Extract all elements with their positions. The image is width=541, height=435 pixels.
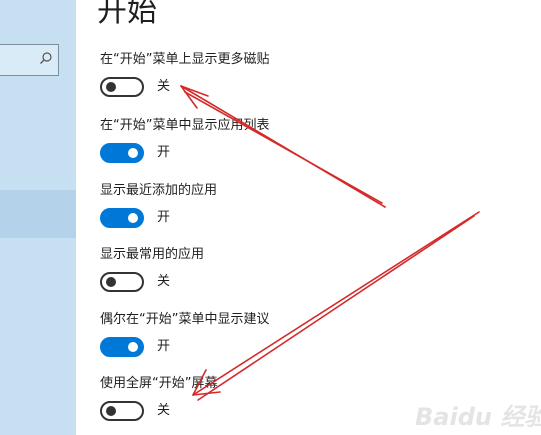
page-title: 开始 [97,0,157,29]
toggle-knob [106,82,116,92]
setting-label: 在“开始”菜单上显示更多磁贴 [100,52,270,67]
toggle-state-text: 关 [157,274,171,289]
search-input[interactable] [0,44,59,76]
setting-app-list: 在“开始”菜单中显示应用列表 开 [100,117,400,177]
toggle-knob [128,342,138,352]
watermark-logo: Baidu 经验 [415,397,541,431]
toggle-state-text: 关 [157,403,171,418]
toggle-knob [128,148,138,158]
fullscreen-start-toggle[interactable] [100,401,144,421]
suggestions-toggle[interactable] [100,337,144,357]
setting-suggestions: 偶尔在“开始”菜单中显示建议 开 [100,311,400,371]
sidebar-item-selected[interactable] [0,190,76,238]
more-tiles-toggle[interactable] [100,77,144,97]
setting-label: 显示最常用的应用 [100,247,205,262]
toggle-knob [128,213,138,223]
toggle-state-text: 开 [157,210,171,225]
toggle-state-text: 开 [157,145,171,160]
setting-fullscreen-start: 使用全屏“开始”屏幕 关 [100,375,400,435]
app-list-toggle[interactable] [100,143,144,163]
setting-label: 显示最近添加的应用 [100,183,218,198]
toggle-state-text: 关 [157,79,171,94]
setting-label: 偶尔在“开始”菜单中显示建议 [100,312,270,327]
sidebar [0,0,76,435]
setting-more-tiles: 在“开始”菜单上显示更多磁贴 关 [100,51,400,111]
setting-label: 使用全屏“开始”屏幕 [100,376,218,391]
settings-window: 开始 在“开始”菜单上显示更多磁贴 关 在“开始”菜单中显示应用列表 开 显示最… [0,0,541,435]
toggle-knob [106,277,116,287]
watermark-text: Baidu 经验 [415,403,541,431]
toggle-knob [106,406,116,416]
toggle-state-text: 开 [157,339,171,354]
most-used-apps-toggle[interactable] [100,272,144,292]
setting-label: 在“开始”菜单中显示应用列表 [100,118,270,133]
setting-most-used-apps: 显示最常用的应用 关 [100,246,400,306]
search-icon[interactable] [39,51,53,65]
recent-apps-toggle[interactable] [100,208,144,228]
setting-recent-apps: 显示最近添加的应用 开 [100,182,400,242]
